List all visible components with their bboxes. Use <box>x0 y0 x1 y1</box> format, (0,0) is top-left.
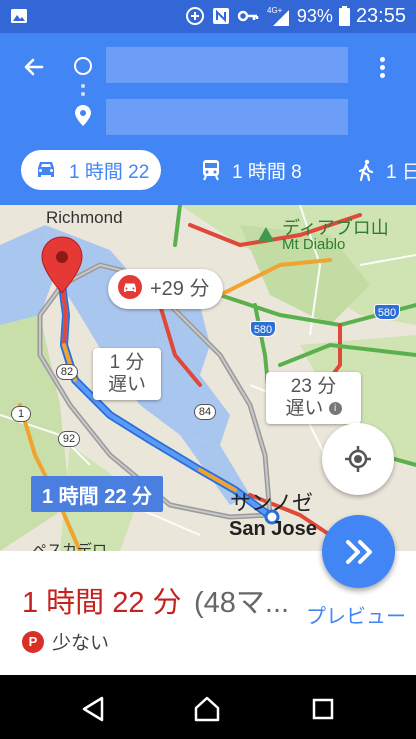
preview-button[interactable]: プレビュー <box>306 600 406 629</box>
map-label-sanjose-jp: サンノゼ <box>230 492 313 515</box>
gallery-notification-icon <box>10 7 28 29</box>
home-icon <box>194 696 220 722</box>
train-icon <box>202 159 220 181</box>
route-connector-dots <box>81 84 85 100</box>
directions-header <box>0 33 416 148</box>
network-type: 4G+ <box>267 6 283 15</box>
my-location-button[interactable] <box>322 423 394 495</box>
tab-transit[interactable]: 1 時間 8 <box>202 150 302 190</box>
alt-route-2-time: 23 分 <box>290 376 337 397</box>
parking-icon: P <box>22 630 44 653</box>
destination-field[interactable] <box>106 99 348 135</box>
traffic-delay-callout[interactable]: +29 分 <box>108 269 224 309</box>
alt-route-2-callout[interactable]: 23 分 遅い i <box>266 372 361 424</box>
map-view[interactable]: Richmond ディアブロ山 Mt Diablo サンノゼ San Jose … <box>0 205 416 551</box>
alt-route-1-time: 1 分 <box>109 352 145 373</box>
tab-drive-label: 1 時間 22 <box>69 161 150 183</box>
crosshair-icon <box>345 446 371 472</box>
back-button[interactable] <box>16 49 52 85</box>
map-label-richmond: Richmond <box>46 208 123 227</box>
travel-time: 1 時間 22 分 <box>22 587 182 619</box>
start-navigation-button[interactable] <box>322 515 395 588</box>
selected-route-label[interactable]: 1 時間 22 分 <box>31 476 164 512</box>
more-vertical-icon <box>379 56 385 62</box>
system-nav-bar <box>0 676 416 739</box>
triangle-back-icon <box>82 696 104 722</box>
clock: 23:55 <box>355 4 406 27</box>
shield-580-east: 580 <box>374 304 400 320</box>
status-bar: 4G+ 93% 23:55 <box>0 0 416 33</box>
battery-icon <box>338 6 350 26</box>
shield-1: 1 <box>11 406 31 422</box>
tab-drive[interactable]: 1 時間 22 <box>21 150 162 190</box>
data-saver-icon <box>185 7 204 25</box>
tab-walk[interactable]: 1 日 <box>358 150 416 190</box>
key-icon <box>237 10 259 22</box>
shield-580-west: 580 <box>250 321 276 337</box>
battery-percent: 93% <box>296 5 333 26</box>
traffic-car-icon <box>118 274 142 304</box>
nfc-icon <box>212 8 229 24</box>
alt-route-2-slower: 遅い <box>285 398 324 419</box>
arrow-left-icon <box>24 58 44 76</box>
travel-mode-tabs: 1 時間 22 1 時間 8 1 日 <box>0 148 416 205</box>
alt-route-1-slower: 遅い <box>107 374 146 395</box>
map-label-pescadero: ペスカデロ <box>32 542 108 551</box>
walking-icon <box>358 159 374 181</box>
tab-transit-label: 1 時間 8 <box>232 161 302 183</box>
origin-circle-icon <box>74 57 92 75</box>
map-label-diablo-en: Mt Diablo <box>282 236 346 253</box>
nav-home-button[interactable] <box>192 694 222 724</box>
destination-pin-icon <box>74 105 92 131</box>
more-options-button[interactable] <box>366 49 398 85</box>
alt-route-1-callout[interactable]: 1 分 遅い <box>93 348 161 400</box>
shield-84: 84 <box>194 404 216 420</box>
double-chevron-right-icon <box>345 539 372 564</box>
shield-92: 92 <box>58 431 80 447</box>
status-icons: 4G+ 93% 23:55 <box>185 5 406 27</box>
info-icon: i <box>328 402 342 416</box>
parking-text: 少ない <box>52 633 110 654</box>
square-recents-icon <box>312 698 334 720</box>
tab-walk-label: 1 日 <box>386 161 416 183</box>
nav-back-button[interactable] <box>78 694 108 724</box>
map-label-sanjose-en: San Jose <box>229 518 317 540</box>
nav-recents-button[interactable] <box>308 694 338 724</box>
shield-82: 82 <box>56 364 78 380</box>
signal-icon: 4G+ <box>267 6 289 26</box>
parking-info: P 少ない <box>22 628 109 655</box>
traffic-delay-text: +29 分 <box>150 278 210 300</box>
travel-distance: (48マ... <box>194 587 290 619</box>
car-icon <box>35 160 57 180</box>
origin-field[interactable] <box>106 47 348 83</box>
